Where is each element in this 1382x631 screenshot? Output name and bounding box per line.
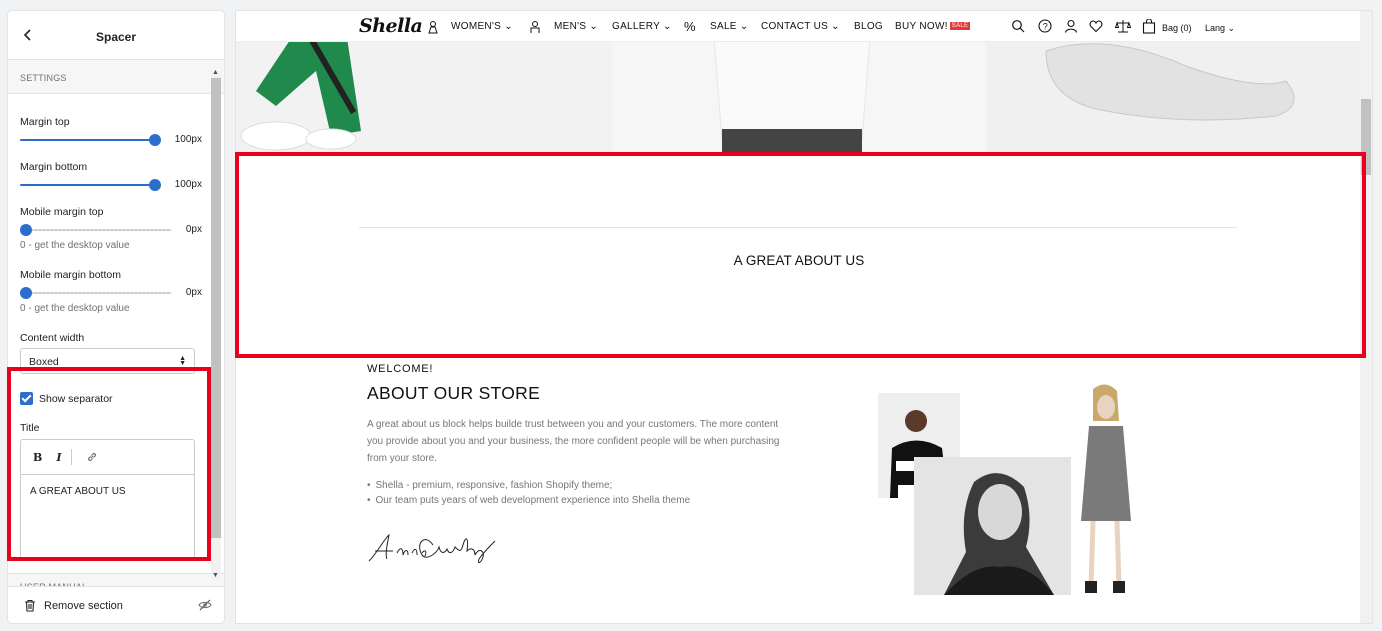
wishlist-heart-icon[interactable] [1089,19,1103,33]
svg-text:?: ? [1043,22,1048,32]
mobile-margin-top-slider[interactable]: 0px [20,222,202,238]
panel-scrollbar[interactable]: ▲ ▼ [211,69,221,579]
mobile-margin-bottom-slider[interactable]: 0px [20,285,202,301]
margin-bottom-slider[interactable]: 100px [20,177,202,193]
settings-heading: SETTINGS [8,60,224,94]
bag-icon[interactable] [1142,19,1156,34]
nav-womens[interactable]: WOMEN'S ⌄ [451,21,513,32]
list-item: Shella - premium, responsive, fashion Sh… [367,478,690,493]
compare-scale-icon[interactable] [1115,19,1131,33]
highlight-box-preview [235,152,1366,358]
mobile-margin-bottom-field: Mobile margin bottom 0px 0 - get the des… [20,269,202,314]
model-photo-portrait [914,457,1082,595]
trash-icon[interactable] [24,599,36,612]
remove-section-button[interactable]: Remove section [44,600,123,612]
content-width-label: Content width [20,332,85,344]
mobile-margin-bottom-help: 0 - get the desktop value [20,303,130,314]
user-manual-heading: USER MANUAL [8,573,224,586]
about-bullets: Shella - premium, responsive, fashion Sh… [367,478,691,508]
margin-bottom-value: 100px [174,179,202,190]
bag-count[interactable]: Bag (0) [1162,23,1192,33]
slider-thumb[interactable] [149,179,161,191]
sale-badge: SALE [949,22,971,30]
nav-contact-label: CONTACT US [761,21,829,32]
slider-track[interactable] [20,229,172,231]
margin-top-label: Margin top [20,116,70,128]
eye-off-icon[interactable] [198,599,212,611]
mobile-margin-bottom-value: 0px [185,287,202,298]
nav-blog[interactable]: BLOG [854,21,883,32]
scroll-up-icon[interactable]: ▲ [212,69,219,76]
nav-buy-now-label: BUY NOW! [895,21,948,32]
scroll-down-icon[interactable]: ▼ [212,572,219,579]
slider-track[interactable] [20,292,172,294]
slider-thumb[interactable] [20,287,32,299]
help-icon[interactable]: ? [1038,19,1052,33]
shella-logo[interactable]: Shella [359,15,423,37]
mobile-margin-bottom-label: Mobile margin bottom [20,269,121,281]
top-navigation: Shella WOMEN'S ⌄ MEN'S ⌄ GALLERY ⌄ % SAL… [236,11,1362,42]
signature-image [368,533,496,564]
margin-top-field: Margin top 100px [20,116,202,148]
margin-top-slider[interactable]: 100px [20,132,202,148]
mobile-margin-top-value: 0px [185,224,202,235]
nav-sale-label: SALE [710,21,737,32]
margin-bottom-field: Margin bottom 100px [20,161,202,193]
margin-bottom-label: Margin bottom [20,161,88,173]
account-icon[interactable] [1064,19,1078,33]
mobile-margin-top-field: Mobile margin top 0px 0 - get the deskto… [20,206,202,251]
select-arrows-icon: ▲ ▼ [179,355,186,367]
women-icon [428,21,438,34]
search-icon[interactable] [1011,19,1025,33]
nav-mens-label: MEN'S [554,21,587,32]
mobile-margin-top-label: Mobile margin top [20,206,104,218]
mobile-margin-top-help: 0 - get the desktop value [20,240,130,251]
percent-icon: % [684,19,696,34]
men-icon [530,21,540,33]
panel-title: Spacer [95,30,137,44]
nav-contact[interactable]: CONTACT US ⌄ [761,21,840,32]
list-item: Our team puts years of web development e… [367,493,691,508]
language-label: Lang [1205,23,1226,33]
margin-top-value: 100px [174,134,202,145]
about-title: ABOUT OUR STORE [367,383,541,403]
slider-thumb[interactable] [20,224,32,236]
language-select[interactable]: Lang ⌄ [1205,23,1235,34]
slider-thumb[interactable] [149,134,161,146]
nav-gallery-label: GALLERY [612,21,660,32]
about-welcome: WELCOME! [367,363,434,375]
model-photo-dress [1071,381,1141,596]
about-text: A great about us block helps builde trus… [367,419,780,464]
slider-track[interactable] [20,139,156,141]
nav-mens[interactable]: MEN'S ⌄ [554,21,598,32]
panel-footer: Remove section [8,586,224,623]
nav-buy-now[interactable]: BUY NOW! SALE [895,21,971,32]
nav-gallery[interactable]: GALLERY ⌄ [612,21,672,32]
nav-womens-label: WOMEN'S [451,21,502,32]
panel-header: Spacer [8,11,224,60]
nav-sale[interactable]: SALE ⌄ [710,21,749,32]
highlight-box-panel [7,367,211,561]
scrollbar-thumb[interactable] [211,78,221,538]
slider-track[interactable] [20,184,156,186]
